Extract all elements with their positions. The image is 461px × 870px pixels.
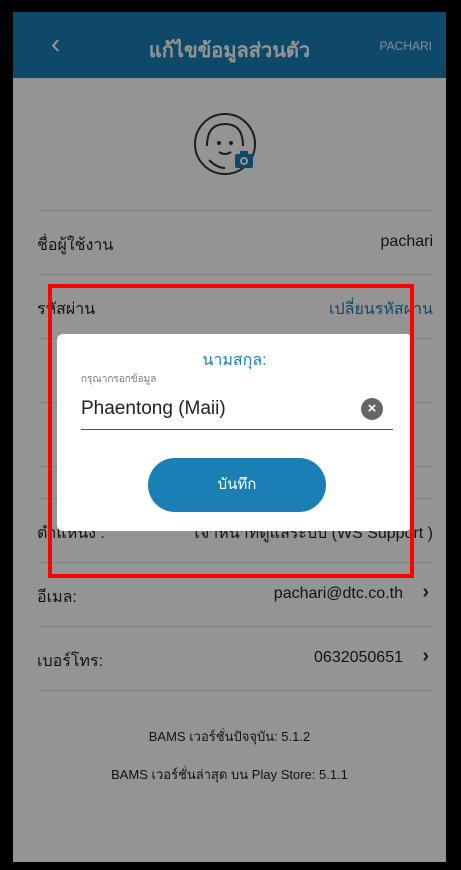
highlight-box: [48, 284, 414, 578]
device-frame: ‹ แก้ไขข้อมูลส่วนตัว PACHARI ชื่อผู้ใช้ง…: [0, 0, 461, 870]
